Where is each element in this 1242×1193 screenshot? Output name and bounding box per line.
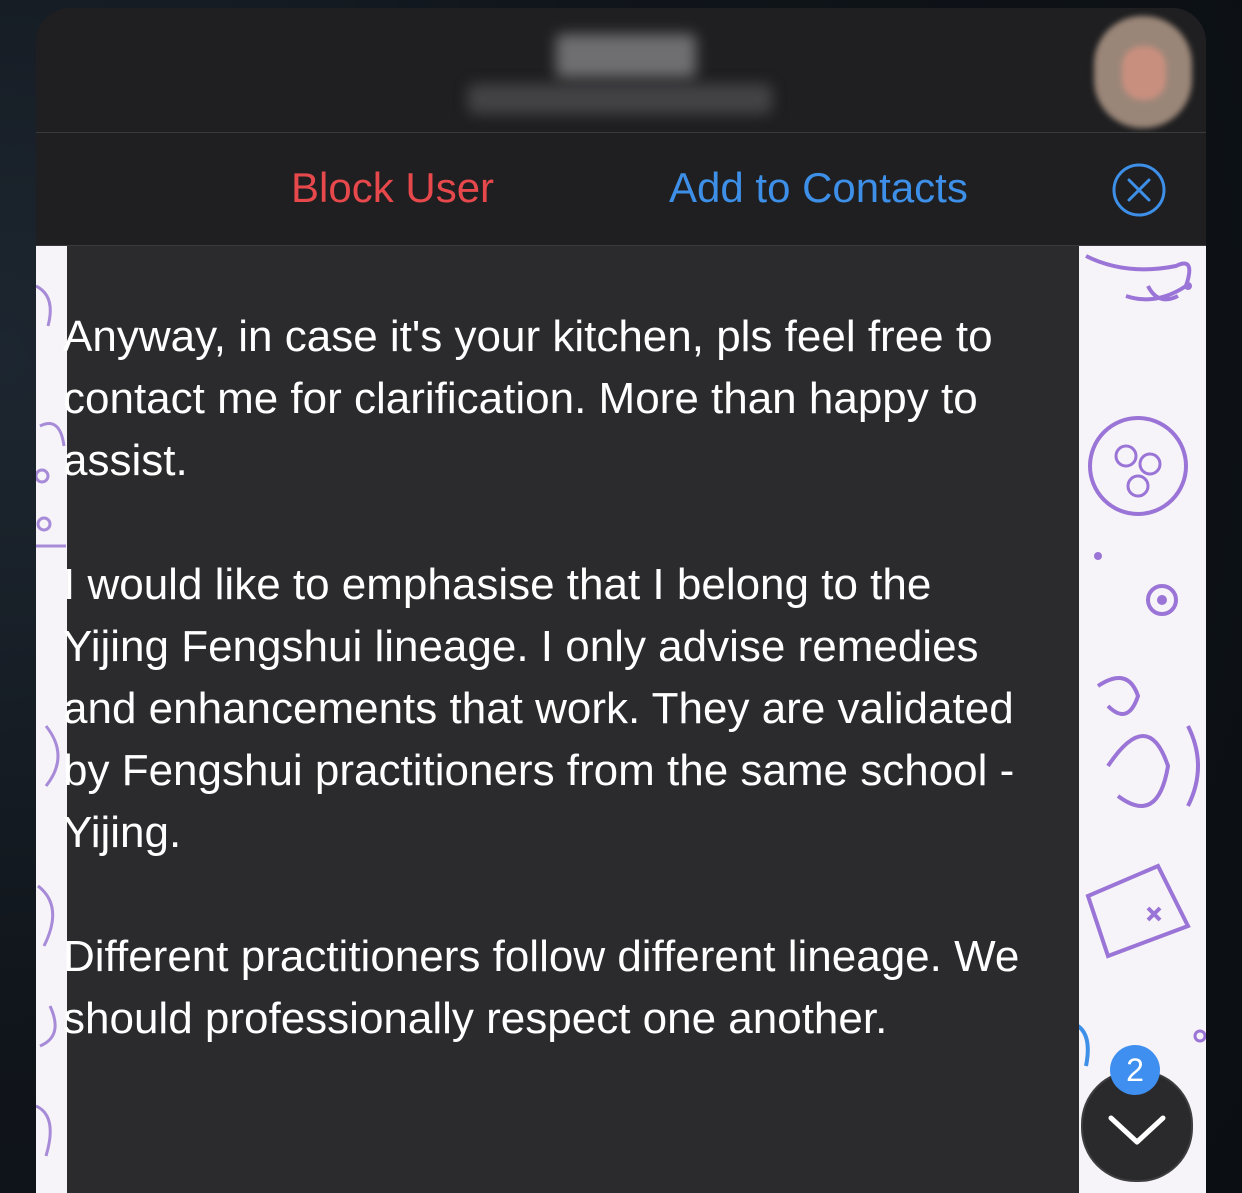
message-paragraph: Anyway, in case it's your kitchen, pls f… <box>63 312 993 485</box>
contact-status-redacted <box>468 84 772 114</box>
chat-header <box>36 8 1206 133</box>
message-text: Anyway, in case it's your kitchen, pls f… <box>63 306 1043 1112</box>
unread-count-badge: 2 <box>1110 1045 1160 1095</box>
message-paragraph: I would like to emphasise that I belong … <box>63 560 1015 857</box>
unknown-contact-action-bar: Block User Add to Contacts <box>36 133 1206 246</box>
close-icon[interactable] <box>1112 163 1166 217</box>
block-user-button[interactable]: Block User <box>291 163 494 213</box>
message-paragraph: Different practitioners follow different… <box>63 932 1020 1043</box>
add-to-contacts-button[interactable]: Add to Contacts <box>669 163 968 213</box>
avatar[interactable] <box>1094 16 1192 128</box>
contact-name-redacted <box>556 34 696 78</box>
